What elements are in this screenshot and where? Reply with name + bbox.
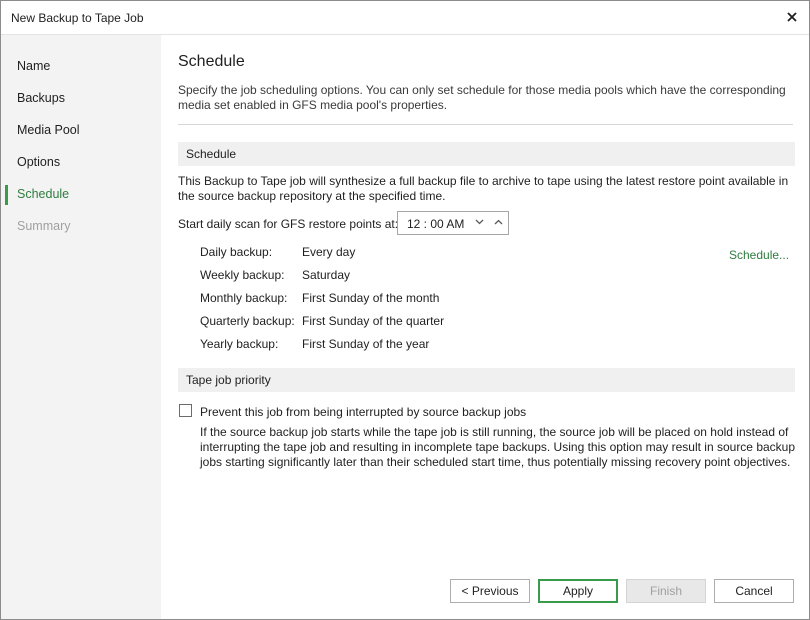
time-increment-button[interactable] — [490, 215, 506, 231]
daily-backup-label: Daily backup: — [200, 245, 272, 259]
sidebar-item-options[interactable]: Options — [1, 151, 161, 175]
sidebar-item-schedule[interactable]: Schedule — [1, 183, 161, 207]
sidebar-item-label: Options — [17, 155, 60, 169]
priority-help-text: If the source backup job starts while th… — [200, 425, 795, 470]
chevron-up-icon — [494, 219, 503, 225]
time-decrement-button[interactable] — [471, 215, 487, 231]
chevron-down-icon — [475, 219, 484, 225]
section-title: Tape job priority — [186, 373, 271, 387]
page-title: Schedule — [178, 53, 245, 71]
previous-button[interactable]: < Previous — [450, 579, 530, 603]
quarterly-backup-value: First Sunday of the quarter — [302, 314, 444, 328]
sidebar-item-summary: Summary — [1, 215, 161, 239]
quarterly-backup-label: Quarterly backup: — [200, 314, 295, 328]
sidebar-item-name[interactable]: Name — [1, 55, 161, 79]
monthly-backup-label: Monthly backup: — [200, 291, 287, 305]
monthly-backup-value: First Sunday of the month — [302, 291, 439, 305]
schedule-info-text: This Backup to Tape job will synthesize … — [178, 174, 798, 204]
sidebar-item-media-pool[interactable]: Media Pool — [1, 119, 161, 143]
schedule-section-header: Schedule — [178, 142, 795, 166]
sidebar-item-label: Name — [17, 59, 50, 73]
sidebar-item-label: Backups — [17, 91, 65, 105]
step-content: Schedule Specify the job scheduling opti… — [161, 35, 809, 619]
sidebar-item-backups[interactable]: Backups — [1, 87, 161, 111]
wizard-window: New Backup to Tape Job Name Backups Medi… — [0, 0, 810, 620]
wizard-steps-sidebar: Name Backups Media Pool Options Schedule… — [1, 35, 161, 619]
section-title: Schedule — [186, 147, 236, 161]
cancel-button[interactable]: Cancel — [714, 579, 794, 603]
start-time-value[interactable]: 12 : 00 AM — [407, 217, 464, 231]
start-time-picker[interactable]: 12 : 00 AM — [397, 211, 509, 235]
weekly-backup-value: Saturday — [302, 268, 350, 282]
apply-button[interactable]: Apply — [538, 579, 618, 603]
title-bar: New Backup to Tape Job — [1, 1, 809, 35]
priority-section-header: Tape job priority — [178, 368, 795, 392]
page-description: Specify the job scheduling options. You … — [178, 83, 793, 113]
daily-backup-value: Every day — [302, 245, 355, 259]
sidebar-item-label: Media Pool — [17, 123, 80, 137]
start-time-label: Start daily scan for GFS restore points … — [178, 217, 398, 231]
finish-button: Finish — [626, 579, 706, 603]
prevent-interruption-label[interactable]: Prevent this job from being interrupted … — [200, 405, 526, 419]
sidebar-item-label: Summary — [17, 219, 70, 233]
yearly-backup-value: First Sunday of the year — [302, 337, 429, 351]
schedule-link[interactable]: Schedule... — [729, 248, 789, 262]
close-button[interactable] — [779, 5, 805, 29]
close-icon — [787, 12, 797, 22]
prevent-interruption-checkbox[interactable] — [179, 404, 192, 417]
yearly-backup-label: Yearly backup: — [200, 337, 278, 351]
window-title: New Backup to Tape Job — [11, 11, 144, 25]
sidebar-item-label: Schedule — [17, 187, 69, 201]
divider — [178, 124, 793, 125]
weekly-backup-label: Weekly backup: — [200, 268, 285, 282]
